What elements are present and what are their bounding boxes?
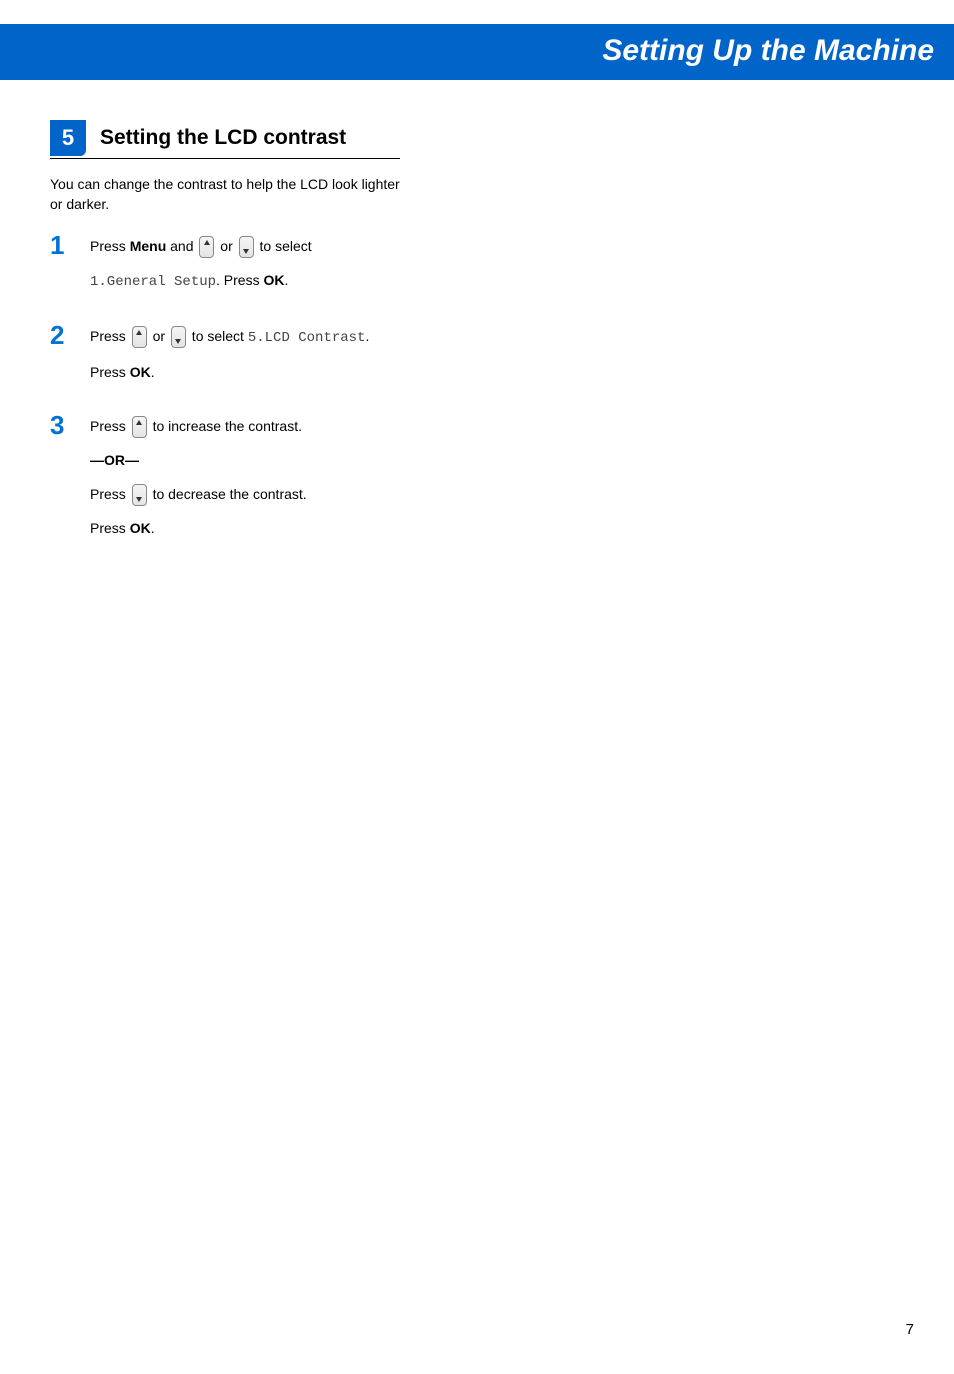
text: to decrease the contrast. [149, 486, 307, 502]
text: Press [90, 418, 130, 434]
header-title: Setting Up the Machine [602, 34, 934, 67]
down-arrow-key-icon [171, 326, 186, 348]
text: to select [256, 238, 312, 254]
step-number: 2 [50, 322, 78, 392]
text: . [151, 520, 155, 536]
up-arrow-key-icon [132, 416, 147, 438]
or-label: —OR— [90, 446, 400, 474]
step-body: Press to increase the contrast. —OR— Pre… [90, 412, 400, 548]
step-number: 3 [50, 412, 78, 548]
down-arrow-key-icon [132, 484, 147, 506]
text: Press [90, 238, 130, 254]
intro-text: You can change the contrast to help the … [50, 175, 400, 214]
page-header: Setting Up the Machine [0, 24, 954, 80]
up-arrow-key-icon [132, 326, 147, 348]
step-body: Press or to select 5.LCD Contrast. Press… [90, 322, 400, 392]
menu-option-code: 1.General Setup [90, 274, 216, 290]
page-number: 7 [906, 1321, 914, 1338]
down-arrow-key-icon [239, 236, 254, 258]
text: . Press [216, 272, 263, 288]
text: and [166, 238, 197, 254]
section-number-badge: 5 [50, 120, 86, 156]
step-2: 2 Press or to select 5.LCD Contrast. Pre… [50, 322, 400, 392]
text: Press [90, 328, 130, 344]
step-1: 1 Press Menu and or to select 1.General … [50, 232, 400, 302]
section-number: 5 [62, 125, 74, 151]
step-body: Press Menu and or to select 1.General Se… [90, 232, 400, 302]
text: Press [90, 520, 130, 536]
text: or [216, 238, 236, 254]
text: . [285, 272, 289, 288]
text: to select [188, 328, 248, 344]
steps-list: 1 Press Menu and or to select 1.General … [50, 232, 400, 548]
text: . [151, 364, 155, 380]
ok-key-label: OK [264, 272, 285, 288]
step-3: 3 Press to increase the contrast. —OR— P… [50, 412, 400, 548]
text: Press [90, 486, 130, 502]
text: . [365, 328, 369, 344]
menu-key-label: Menu [130, 238, 167, 254]
content-column: 5 Setting the LCD contrast You can chang… [0, 80, 450, 548]
menu-option-code: 5.LCD Contrast [248, 330, 366, 346]
up-arrow-key-icon [199, 236, 214, 258]
text: Press [90, 364, 130, 380]
section-title: Setting the LCD contrast [100, 126, 346, 150]
ok-key-label: OK [130, 520, 151, 536]
text: or [149, 328, 169, 344]
step-number: 1 [50, 232, 78, 302]
ok-key-label: OK [130, 364, 151, 380]
text: to increase the contrast. [149, 418, 302, 434]
section-heading-row: 5 Setting the LCD contrast [50, 120, 400, 159]
